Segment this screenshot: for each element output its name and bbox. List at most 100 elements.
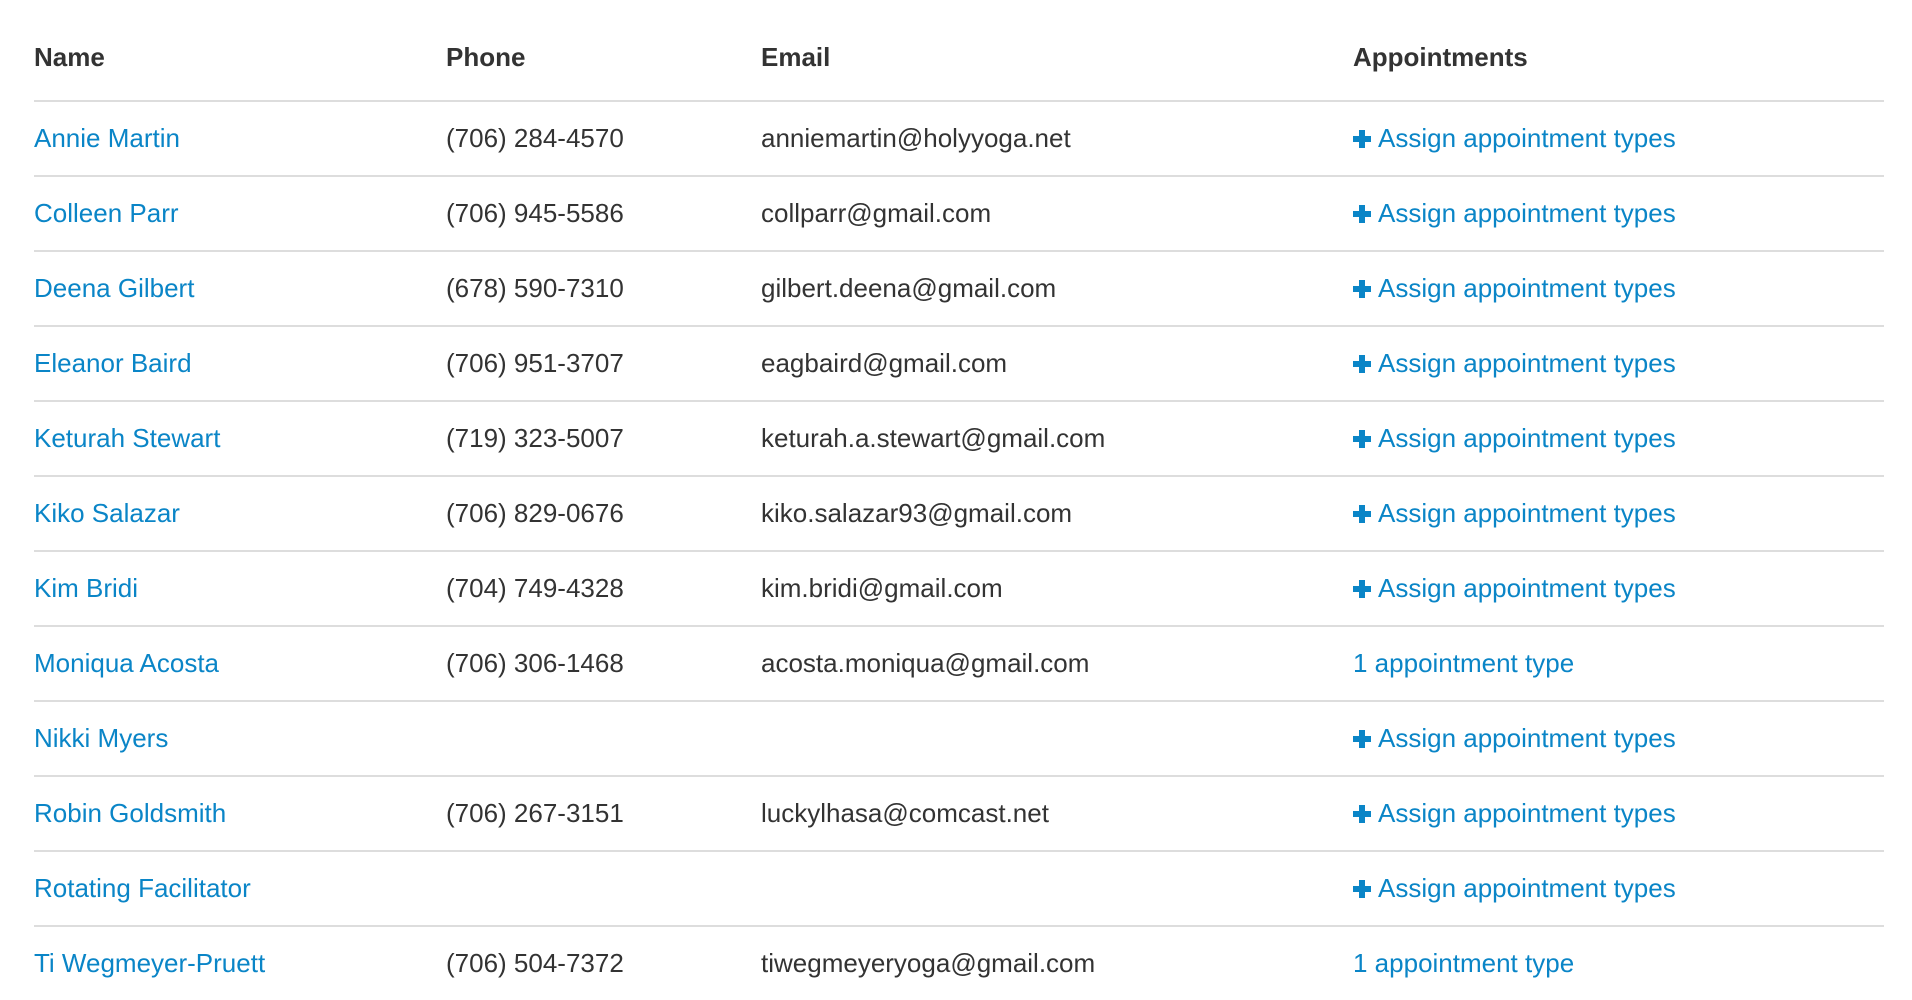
cell-name: Rotating Facilitator [34, 851, 446, 927]
cell-email: kiko.salazar93@gmail.com [761, 476, 1353, 552]
plus-icon [1353, 505, 1371, 523]
appointments-label: Assign appointment types [1378, 573, 1676, 603]
table-row: Nikki Myers Assign appointment types [34, 701, 1884, 777]
cell-name: Robin Goldsmith [34, 776, 446, 852]
appointments-label: Assign appointment types [1378, 348, 1676, 378]
cell-email: anniemartin@holyyoga.net [761, 101, 1353, 177]
staff-name-link[interactable]: Moniqua Acosta [34, 648, 219, 678]
cell-phone: (706) 306-1468 [446, 626, 761, 702]
cell-name: Deena Gilbert [34, 251, 446, 327]
staff-name-link[interactable]: Eleanor Baird [34, 348, 192, 378]
table-row: Kim Bridi (704) 749-4328 kim.bridi@gmail.c… [34, 551, 1884, 627]
plus-icon [1353, 730, 1371, 748]
cell-email: kim.bridi@gmail.com [761, 551, 1353, 627]
cell-phone: (706) 829-0676 [446, 476, 761, 552]
cell-name: Annie Martin [34, 101, 446, 177]
cell-phone: (719) 323-5007 [446, 401, 761, 477]
cell-email: luckylhasa@comcast.net [761, 776, 1353, 852]
cell-email: keturah.a.stewart@gmail.com [761, 401, 1353, 477]
staff-name-link[interactable]: Rotating Facilitator [34, 873, 251, 903]
cell-phone: (706) 504-7372 [446, 948, 624, 978]
assign-appointment-types-link[interactable]: Assign appointment types [1353, 498, 1676, 528]
cell-appointments: Assign appointment types [1353, 326, 1884, 402]
cell-phone: (706) 267-3151 [446, 776, 761, 852]
cell-name: Kim Bridi [34, 551, 446, 627]
cell-appointments: 1 appointment type [1353, 926, 1884, 1000]
staff-name-link[interactable]: Robin Goldsmith [34, 798, 226, 828]
plus-icon [1353, 205, 1371, 223]
cell-name: Eleanor Baird [34, 326, 446, 402]
header-phone: Phone [446, 0, 761, 102]
appointment-type-count-link[interactable]: 1 appointment type [1353, 948, 1574, 978]
appointments-label: Assign appointment types [1378, 498, 1676, 528]
assign-appointment-types-link[interactable]: Assign appointment types [1353, 873, 1676, 903]
assign-appointment-types-link[interactable]: Assign appointment types [1353, 423, 1676, 453]
assign-appointment-types-link[interactable]: Assign appointment types [1353, 123, 1676, 153]
header-name: Name [34, 0, 446, 102]
table-header-row: Name Phone Email Appointments [34, 0, 1884, 102]
plus-icon [1353, 430, 1371, 448]
staff-name-link[interactable]: Annie Martin [34, 123, 180, 153]
cell-name: Moniqua Acosta [34, 626, 446, 702]
table-row: Deena Gilbert (678) 590-7310 gilbert.deena… [34, 251, 1884, 327]
staff-name-link[interactable]: Nikki Myers [34, 723, 168, 753]
appointments-label: Assign appointment types [1378, 423, 1676, 453]
cell-name: Kiko Salazar [34, 476, 446, 552]
cell-name: Keturah Stewart [34, 401, 446, 477]
cell-appointments: Assign appointment types [1353, 476, 1884, 552]
staff-name-link[interactable]: Kiko Salazar [34, 498, 180, 528]
appointments-label: Assign appointment types [1378, 798, 1676, 828]
header-appointments: Appointments [1353, 0, 1884, 102]
appointments-label: Assign appointment types [1378, 873, 1676, 903]
staff-name-link[interactable]: Colleen Parr [34, 198, 179, 228]
table-row: Rotating Facilitator Assign appointment t… [34, 851, 1884, 927]
assign-appointment-types-link[interactable]: Assign appointment types [1353, 198, 1676, 228]
staff-name-link[interactable]: Kim Bridi [34, 573, 138, 603]
cell-name: Ti Wegmeyer-Pruett [34, 926, 446, 1000]
cell-email [761, 851, 1353, 927]
cell-appointments: Assign appointment types [1353, 251, 1884, 327]
assign-appointment-types-link[interactable]: Assign appointment types [1353, 273, 1676, 303]
plus-icon [1353, 805, 1371, 823]
cell-phone: (706) 945-5586 [446, 176, 761, 252]
table-row: Kiko Salazar (706) 829-0676 kiko.salazar93… [34, 476, 1884, 552]
cell-email: gilbert.deena@gmail.com [761, 251, 1353, 327]
appointment-type-count-link[interactable]: 1 appointment type [1353, 648, 1574, 678]
staff-table: Name Phone Email Appointments Annie Mart… [34, 0, 1884, 1000]
appointments-label: Assign appointment types [1378, 723, 1676, 753]
cell-phone: (704) 749-4328 [446, 551, 761, 627]
cell-phone: (678) 590-7310 [446, 251, 761, 327]
cell-appointments: Assign appointment types [1353, 701, 1884, 777]
assign-appointment-types-link[interactable]: Assign appointment types [1353, 798, 1676, 828]
appointments-label: 1 appointment type [1353, 648, 1575, 678]
assign-appointment-types-link[interactable]: Assign appointment types [1353, 573, 1676, 603]
table-row: Moniqua Acosta (706) 306-1468 acosta.moniq… [34, 626, 1884, 702]
staff-name-link[interactable]: Keturah Stewart [34, 423, 220, 453]
plus-icon [1353, 130, 1371, 148]
assign-appointment-types-link[interactable]: Assign appointment types [1353, 723, 1676, 753]
appointments-label: Assign appointment types [1378, 273, 1676, 303]
staff-table-container: Name Phone Email Appointments Annie Mart… [34, 0, 1884, 1000]
table-row: Eleanor Baird (706) 951-3707 eagbaird@gmai… [34, 326, 1884, 402]
cell-phone [446, 851, 761, 927]
header-email: Email [761, 0, 1353, 102]
table-row: Annie Martin (706) 284-4570 anniemartin@ho… [34, 101, 1884, 177]
plus-icon [1353, 280, 1371, 298]
cell-email: collparr@gmail.com [761, 176, 1353, 252]
cell-appointments: Assign appointment types [1353, 401, 1884, 477]
table-row: Colleen Parr (706) 945-5586 collparr@gmail… [34, 176, 1884, 252]
cell-phone: (706) 951-3707 [446, 326, 761, 402]
cell-appointments: Assign appointment types [1353, 776, 1884, 852]
cell-phone [446, 701, 761, 777]
cell-email: eagbaird@gmail.com [761, 326, 1353, 402]
appointments-label: Assign appointment types [1378, 123, 1676, 153]
table-row: Robin Goldsmith (706) 267-3151 luckylhasa@… [34, 776, 1884, 852]
staff-name-link[interactable]: Ti Wegmeyer-Pruett [34, 948, 265, 978]
cell-email: tiwegmeyeryoga@gmail.com [761, 948, 1096, 978]
assign-appointment-types-link[interactable]: Assign appointment types [1353, 348, 1676, 378]
plus-icon [1353, 355, 1371, 373]
plus-icon [1353, 580, 1371, 598]
cell-name: Colleen Parr [34, 176, 446, 252]
staff-name-link[interactable]: Deena Gilbert [34, 273, 194, 303]
cell-appointments: Assign appointment types [1353, 176, 1884, 252]
